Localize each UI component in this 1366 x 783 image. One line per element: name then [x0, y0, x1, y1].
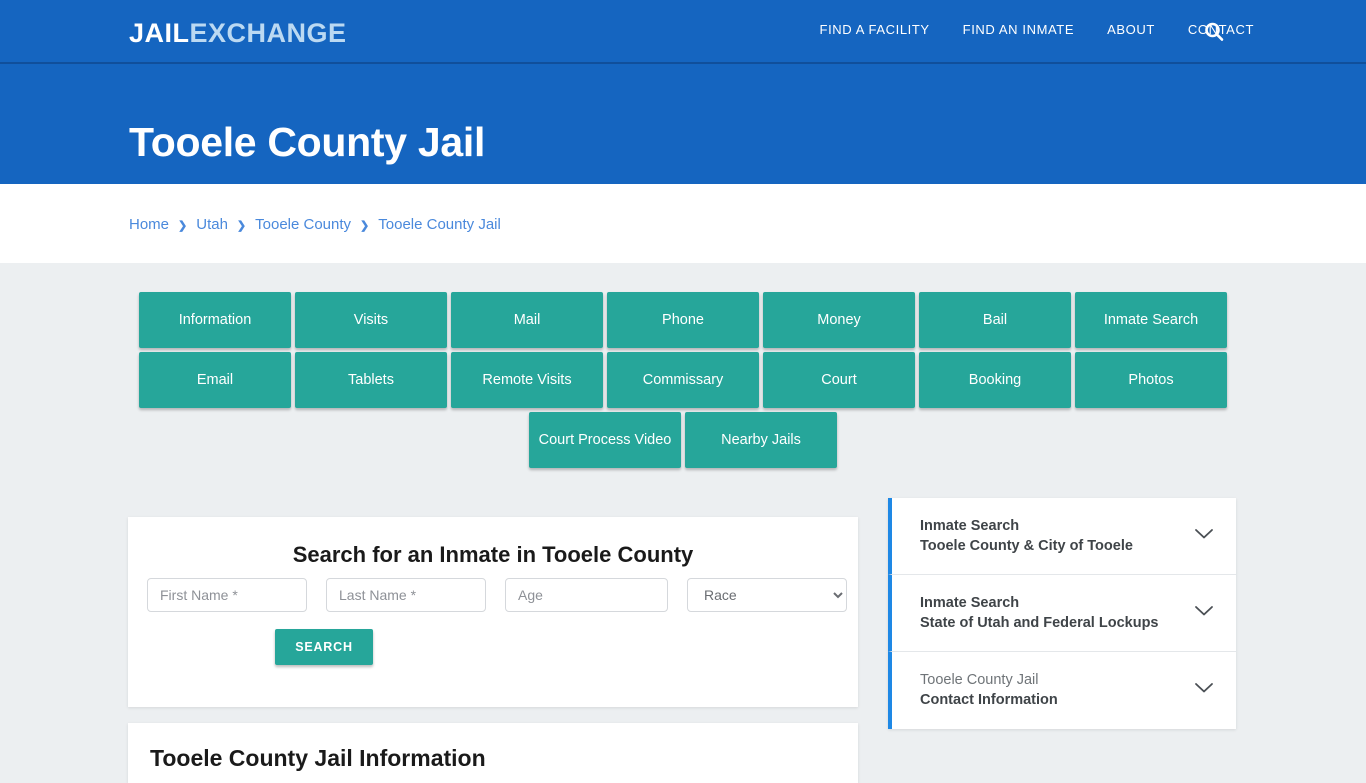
- section-button-court[interactable]: Court: [763, 352, 915, 408]
- section-button-nearby-jails[interactable]: Nearby Jails: [685, 412, 837, 468]
- nav-item-find-a-facility[interactable]: FIND A FACILITY: [820, 22, 930, 37]
- page-title-band: Tooele County Jail: [0, 64, 1366, 184]
- logo-text-secondary: EXCHANGE: [189, 18, 347, 48]
- chevron-down-icon[interactable]: [1194, 527, 1214, 539]
- search-button[interactable]: SEARCH: [275, 629, 373, 665]
- search-icon[interactable]: [1202, 20, 1226, 44]
- age-input[interactable]: [505, 578, 668, 612]
- accordion-item-inmate-search-state[interactable]: Inmate Search State of Utah and Federal …: [888, 575, 1236, 652]
- nav-item-find-an-inmate[interactable]: FIND AN INMATE: [963, 22, 1074, 37]
- section-button-tablets[interactable]: Tablets: [295, 352, 447, 408]
- breadcrumb-separator-icon: ❯: [178, 220, 188, 232]
- accordion-item-inmate-search-county[interactable]: Inmate Search Tooele County & City of To…: [888, 498, 1236, 575]
- accordion-line-1: Inmate Search: [920, 518, 1020, 534]
- section-button-bail[interactable]: Bail: [919, 292, 1071, 348]
- logo-text-primary: JAIL: [129, 18, 190, 48]
- site-logo[interactable]: JAILEXCHANGE: [129, 18, 347, 49]
- section-button-commissary[interactable]: Commissary: [607, 352, 759, 408]
- accordion-line-2: State of Utah and Federal Lockups: [920, 615, 1159, 631]
- page-title: Tooele County Jail: [129, 119, 486, 166]
- accordion-label: Inmate Search Tooele County & City of To…: [920, 516, 1133, 556]
- section-button-inmate-search[interactable]: Inmate Search: [1075, 292, 1227, 348]
- inmate-search-heading: Search for an Inmate in Tooele County: [292, 542, 694, 567]
- first-name-input[interactable]: [147, 578, 307, 612]
- accordion-item-contact-information[interactable]: Tooele County Jail Contact Information: [888, 652, 1236, 729]
- breadcrumb-band: Home ❯ Utah ❯ Tooele County ❯ Tooele Cou…: [0, 184, 1366, 263]
- section-button-booking[interactable]: Booking: [919, 352, 1071, 408]
- accordion-line-1: Tooele County Jail: [920, 672, 1039, 688]
- section-button-remote-visits[interactable]: Remote Visits: [451, 352, 603, 408]
- section-button-money[interactable]: Money: [763, 292, 915, 348]
- nav-item-about[interactable]: ABOUT: [1107, 22, 1155, 37]
- breadcrumb-separator-icon: ❯: [236, 220, 247, 232]
- race-select[interactable]: Race: [687, 578, 847, 612]
- section-button-visits[interactable]: Visits: [295, 292, 447, 348]
- breadcrumb-item-utah[interactable]: Utah: [196, 216, 228, 233]
- breadcrumb: Home ❯ Utah ❯ Tooele County ❯ Tooele Cou…: [129, 216, 501, 233]
- breadcrumb-item-tooele-county-jail[interactable]: Tooele County Jail: [378, 216, 501, 233]
- sidebar-accordion: Inmate Search Tooele County & City of To…: [888, 498, 1236, 729]
- accordion-line-2: Tooele County & City of Tooele: [920, 538, 1133, 554]
- section-button-phone[interactable]: Phone: [607, 292, 759, 348]
- inmate-search-fields: Race: [147, 578, 847, 612]
- section-button-court-process-video[interactable]: Court Process Video: [529, 412, 681, 468]
- section-button-mail[interactable]: Mail: [451, 292, 603, 348]
- breadcrumb-item-tooele-county[interactable]: Tooele County: [255, 216, 351, 233]
- accordion-line-1: Inmate Search: [920, 595, 1020, 611]
- inmate-search-card: Search for an Inmate in Tooele County Ra…: [128, 517, 858, 707]
- breadcrumb-separator-icon: ❯: [360, 220, 370, 232]
- accordion-label: Tooele County Jail Contact Information: [920, 670, 1058, 710]
- accordion-line-2: Contact Information: [920, 692, 1058, 708]
- chevron-down-icon[interactable]: [1194, 604, 1214, 616]
- main-navigation: FIND A FACILITY FIND AN INMATE ABOUT CON…: [820, 22, 1254, 37]
- accordion-label: Inmate Search State of Utah and Federal …: [920, 593, 1159, 633]
- jail-information-card: Tooele County Jail Information: [128, 723, 858, 783]
- section-button-photos[interactable]: Photos: [1075, 352, 1227, 408]
- site-header: JAILEXCHANGE FIND A FACILITY FIND AN INM…: [0, 0, 1366, 64]
- section-button-email[interactable]: Email: [139, 352, 291, 408]
- section-button-information[interactable]: Information: [139, 292, 291, 348]
- last-name-input[interactable]: [326, 578, 486, 612]
- breadcrumb-item-home[interactable]: Home: [129, 216, 169, 233]
- facility-section-buttons: Information Visits Mail Phone Money Bail…: [139, 292, 1227, 468]
- chevron-down-icon[interactable]: [1194, 681, 1214, 693]
